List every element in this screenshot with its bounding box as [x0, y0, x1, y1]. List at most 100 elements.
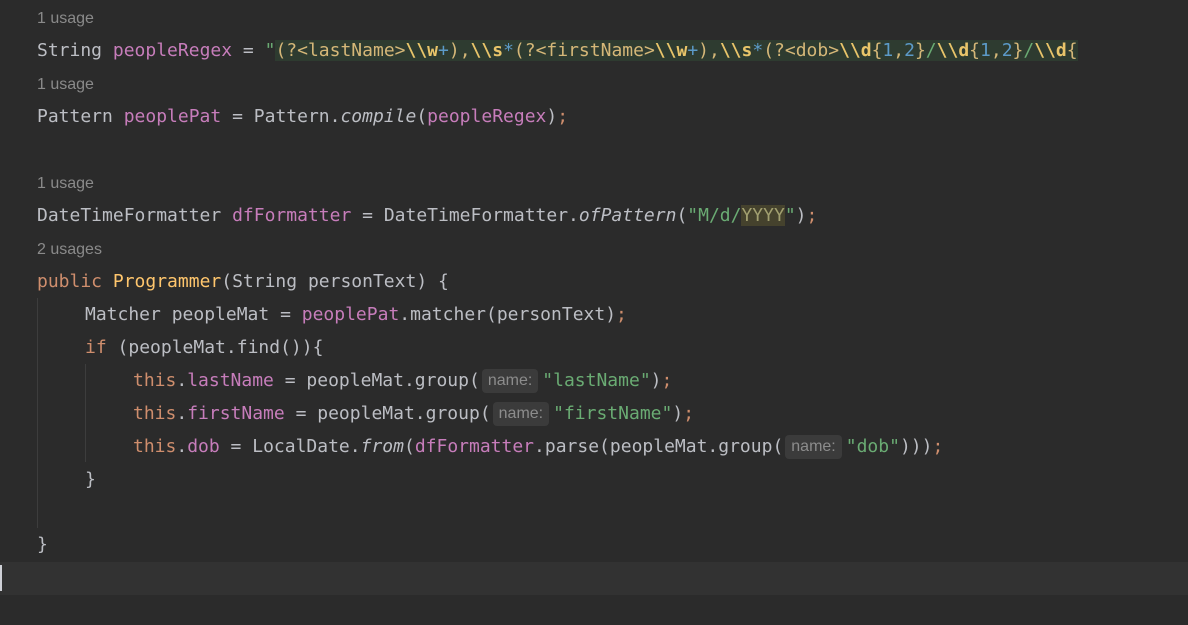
- semicolon: ;: [661, 370, 673, 391]
- regex-token: 2: [1001, 40, 1013, 61]
- regex-token: *: [752, 40, 764, 61]
- indent-guide: [37, 298, 38, 528]
- regex-token: *: [503, 40, 514, 61]
- paren: ): [795, 205, 807, 226]
- code-text: = LocalDate.: [219, 436, 361, 457]
- code-line-if-close[interactable]: }: [85, 463, 96, 496]
- regex-token: \\d: [839, 40, 872, 61]
- code-line-lastname[interactable]: this.lastName = peopleMat.group(name: "la…: [133, 364, 672, 397]
- dot: .: [176, 403, 188, 424]
- code-text: = peopleMat.group(: [284, 403, 491, 424]
- usage-hint[interactable]: 1 usage: [37, 68, 94, 101]
- code-line-people-pat[interactable]: Pattern peoplePat = Pattern.compile(peop…: [37, 100, 568, 133]
- regex-token: {: [871, 40, 883, 61]
- paren: (: [403, 436, 415, 457]
- code-line-constructor-close[interactable]: }: [37, 528, 48, 561]
- keyword: this: [133, 370, 177, 391]
- regex-token: \\d: [1034, 40, 1067, 61]
- usage-hint[interactable]: 1 usage: [37, 2, 94, 35]
- code-line-firstname[interactable]: this.firstName = peopleMat.group(name: "f…: [133, 397, 694, 430]
- code-line-df-formatter[interactable]: DateTimeFormatter dfFormatter = DateTime…: [37, 199, 817, 232]
- string-literal: "firstName": [553, 403, 673, 424]
- field-ref: dob: [187, 436, 220, 457]
- code-line-constructor[interactable]: public Programmer(String personText) {: [37, 265, 449, 298]
- semicolon: ;: [932, 436, 944, 457]
- regex-token: \\w: [654, 40, 688, 61]
- string-literal: "M/d/: [687, 205, 742, 226]
- code-editor[interactable]: 1 usage String peopleRegex = "(?<lastNam…: [0, 0, 1188, 625]
- regex-token: {: [969, 40, 980, 61]
- highlighted-pattern-warning[interactable]: YYYY: [741, 205, 785, 226]
- operator: =: [221, 106, 254, 127]
- string-literal: "lastName": [542, 370, 651, 391]
- type-name: String: [37, 40, 103, 61]
- field-ref: peopleRegex: [427, 106, 547, 127]
- text-caret: [0, 565, 2, 591]
- regex-token: \\w: [405, 40, 439, 61]
- usage-hint[interactable]: 2 usages: [37, 233, 102, 266]
- regex-token: /: [925, 40, 937, 61]
- constructor-name: Programmer: [112, 271, 222, 292]
- regex-token: +: [687, 40, 699, 61]
- regex-token: 1: [980, 40, 991, 61]
- paren: ): [546, 106, 558, 127]
- code-text: .matcher(personText): [399, 304, 617, 325]
- regex-token: (?<lastName>: [275, 40, 406, 61]
- string-literal: "dob": [845, 436, 900, 457]
- operator: =: [232, 40, 265, 61]
- operator: =: [351, 205, 384, 226]
- code-text: = peopleMat.group(: [273, 370, 480, 391]
- regex-token: }: [914, 40, 926, 61]
- semicolon: ;: [557, 106, 569, 127]
- code-text: Matcher peopleMat =: [85, 304, 302, 325]
- paren: ): [650, 370, 662, 391]
- field-ref: firstName: [187, 403, 285, 424]
- code-line-dob[interactable]: this.dob = LocalDate.from(dfFormatter.pa…: [133, 430, 943, 463]
- field-ref: dfFormatter: [414, 436, 535, 457]
- paren: ): [672, 403, 684, 424]
- closing-brace: }: [85, 469, 96, 490]
- regex-token: \\d: [936, 40, 970, 61]
- code-line-matcher[interactable]: Matcher peopleMat = peoplePat.matcher(pe…: [85, 298, 627, 331]
- regex-token: ,: [990, 40, 1002, 61]
- class-ref: Pattern.: [253, 106, 341, 127]
- regex-token: ),: [448, 40, 471, 61]
- field-ref: lastName: [187, 370, 274, 391]
- code-line-if[interactable]: if (peopleMat.find()){: [85, 331, 323, 364]
- regex-token: /: [1023, 40, 1035, 61]
- field-name: peoplePat: [123, 106, 222, 127]
- keyword: if: [85, 337, 107, 358]
- paren: (: [676, 205, 688, 226]
- keyword: public: [37, 271, 103, 292]
- current-line-highlight: [0, 562, 1188, 595]
- indent-guide: [85, 364, 86, 462]
- type-name: Pattern: [37, 106, 113, 127]
- regex-token: (?<dob>: [763, 40, 840, 61]
- dot: .: [176, 370, 188, 391]
- string-quote: ": [264, 40, 276, 61]
- code-line-people-regex[interactable]: String peopleRegex = "(?<lastName>\\w+),…: [37, 34, 1078, 67]
- code-text: .parse(peopleMat.group(: [534, 436, 784, 457]
- code-text: (peopleMat.find()){: [106, 337, 324, 358]
- field-name: dfFormatter: [232, 205, 352, 226]
- regex-token: {: [1066, 40, 1078, 61]
- param-list: (String personText) {: [221, 271, 449, 292]
- semicolon: ;: [616, 304, 627, 325]
- regex-token: (?<firstName>: [513, 40, 655, 61]
- string-literal: ": [784, 205, 796, 226]
- field-ref: peoplePat: [301, 304, 400, 325]
- semicolon: ;: [683, 403, 695, 424]
- type-name: DateTimeFormatter: [37, 205, 222, 226]
- method-call: compile: [340, 106, 417, 127]
- regex-token: \\s: [470, 40, 504, 61]
- class-ref: DateTimeFormatter.: [383, 205, 579, 226]
- paren: (: [416, 106, 428, 127]
- dot: .: [176, 436, 188, 457]
- regex-token: \\s: [719, 40, 753, 61]
- regex-token: ),: [698, 40, 720, 61]
- regex-token: ,: [893, 40, 905, 61]
- parameter-name-hint: name:: [481, 369, 539, 393]
- usage-hint[interactable]: 1 usage: [37, 167, 94, 200]
- keyword: this: [133, 436, 177, 457]
- parameter-name-hint: name:: [492, 402, 550, 426]
